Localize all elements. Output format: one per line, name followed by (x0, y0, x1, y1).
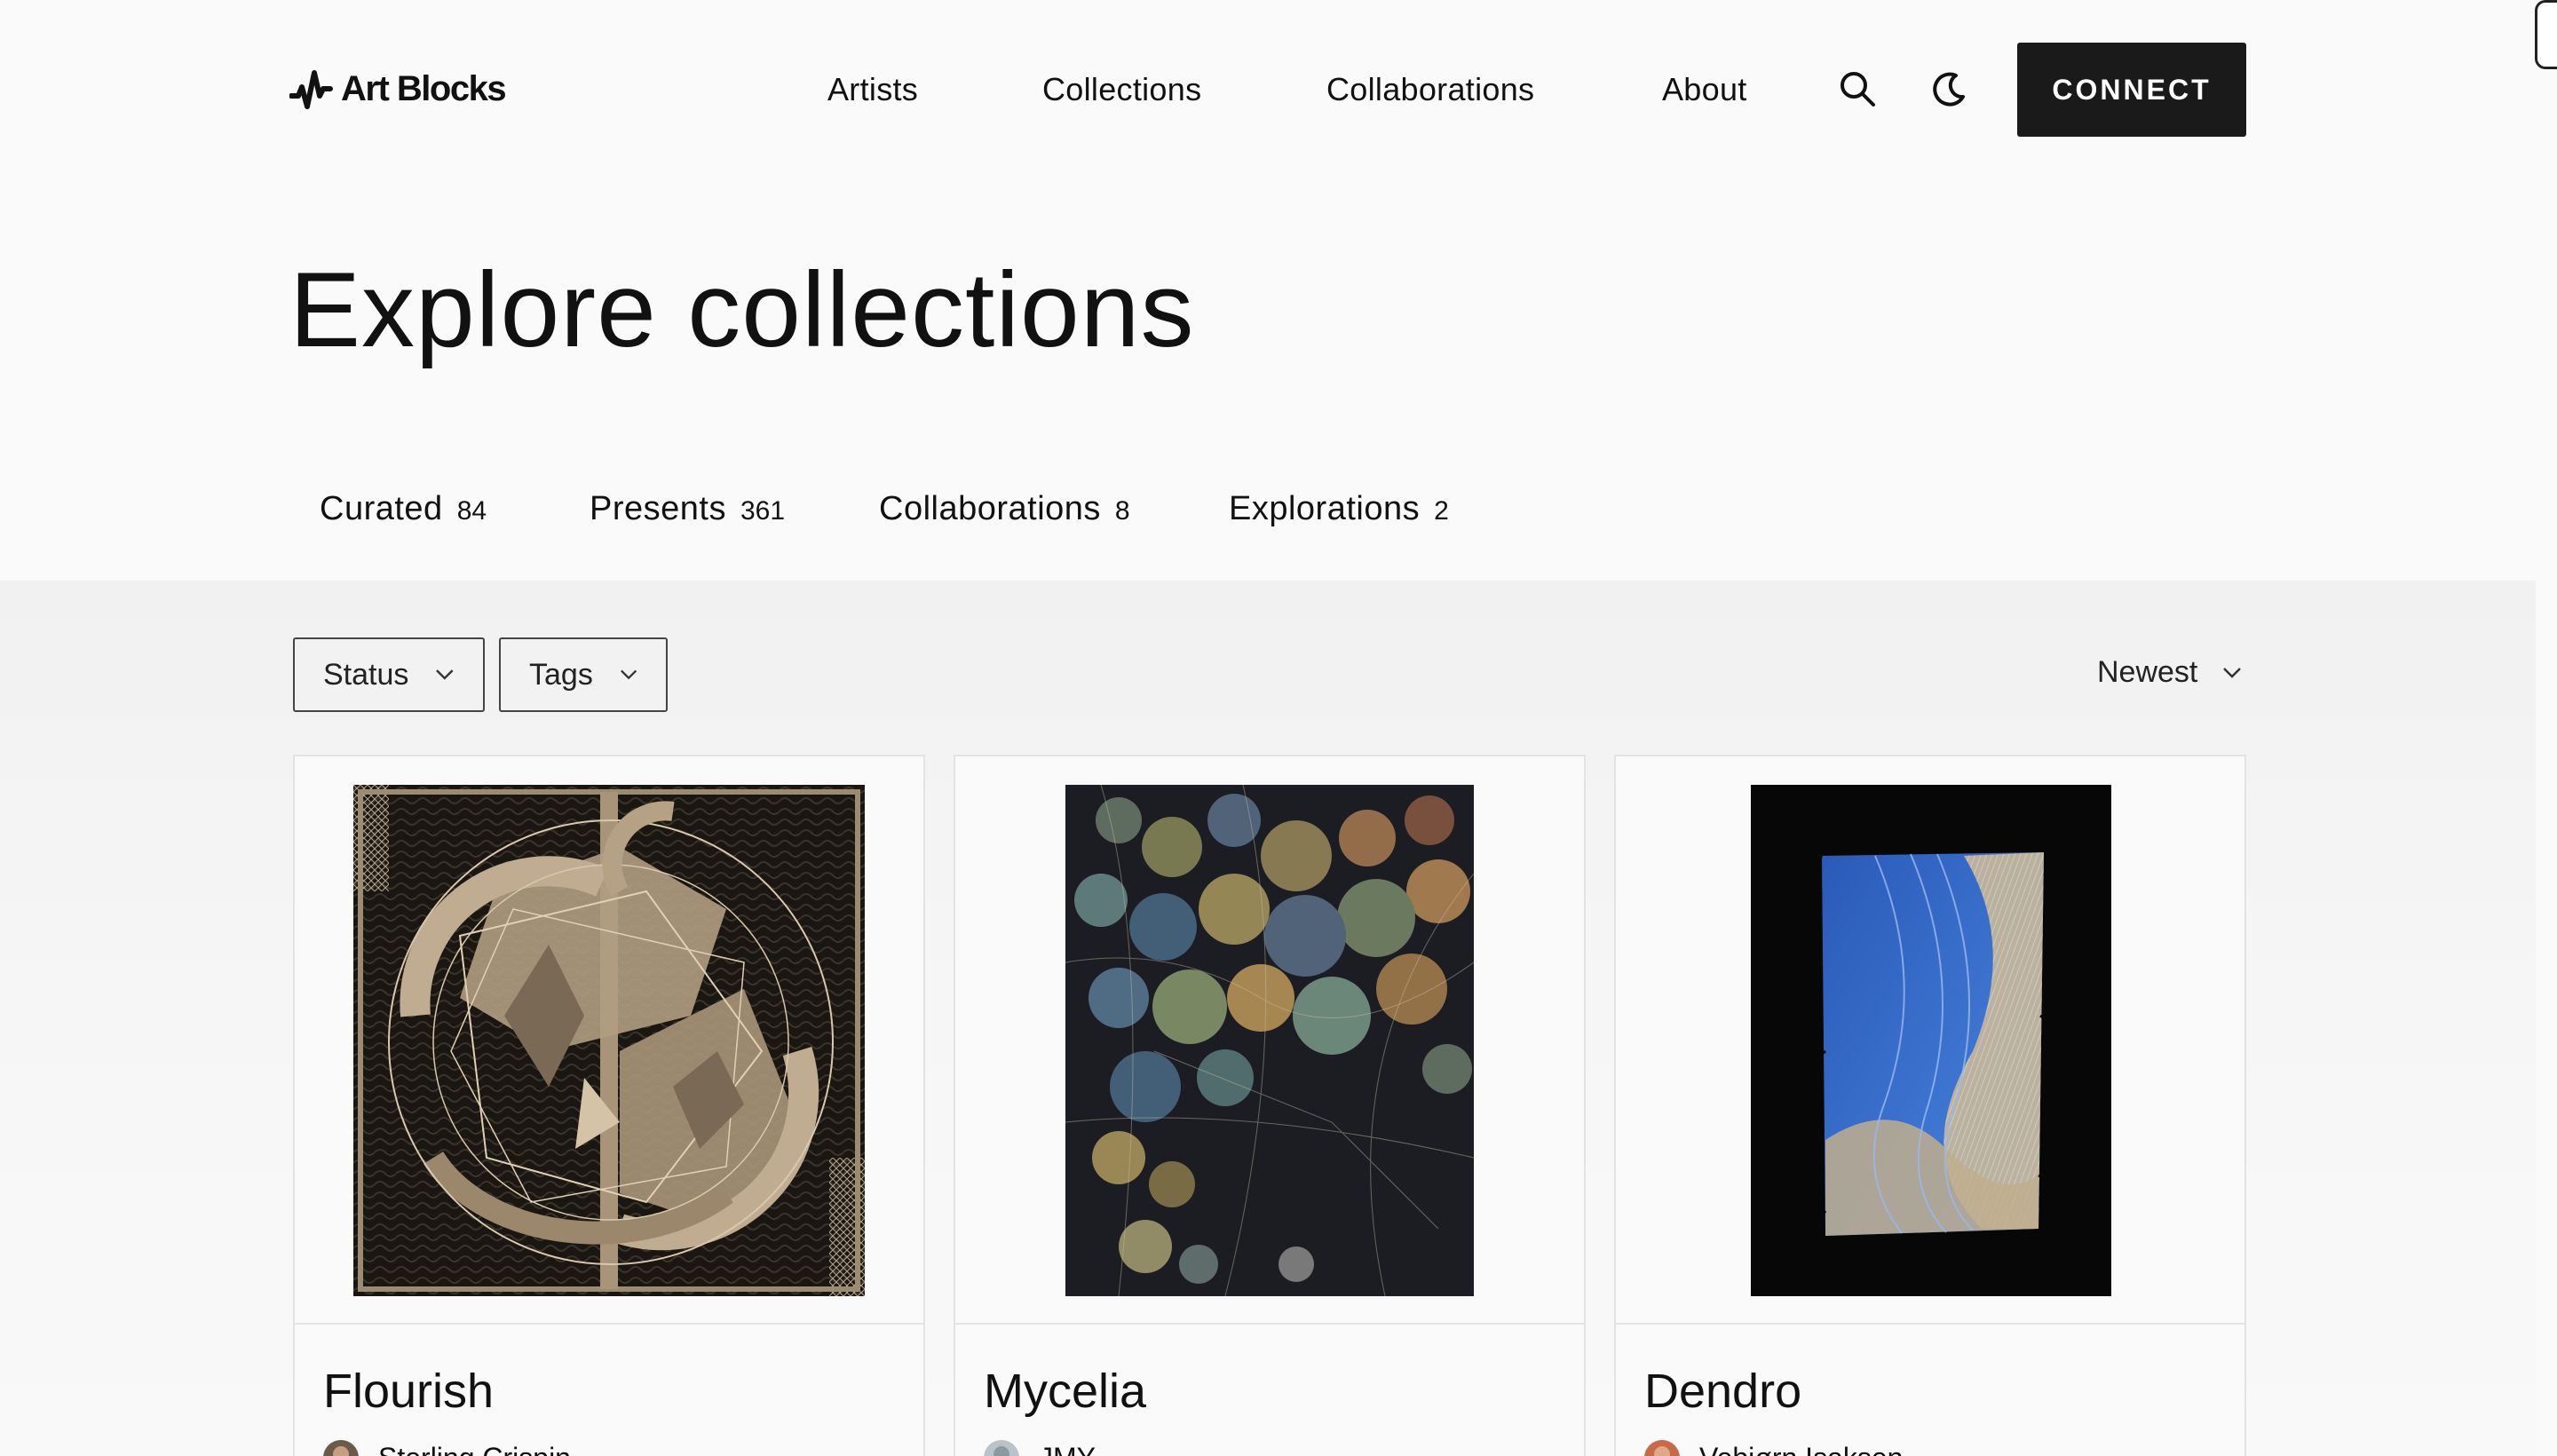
connect-button[interactable]: CONNECT (2017, 43, 2246, 137)
collection-card-mycelia[interactable]: Mycelia JMY (954, 755, 1586, 1456)
search-icon (1841, 72, 1875, 107)
card-artwork-area (295, 756, 923, 1325)
tab-presents[interactable]: Presents 361 (590, 490, 785, 528)
nav-about[interactable]: About (1662, 71, 1747, 108)
artist-name: Sterling Crispin (378, 1442, 571, 1456)
nav-collaborations[interactable]: Collaborations (1326, 71, 1534, 108)
page: Art Blocks Artists Collections Collabora… (0, 0, 2557, 1456)
tab-count: 84 (456, 496, 487, 526)
artist-name: Vebjørn Isaksen (1699, 1442, 1903, 1456)
tab-curated[interactable]: Curated 84 (320, 490, 487, 528)
artist-name: JMY (1039, 1442, 1096, 1456)
chevron-down-icon (2223, 667, 2242, 678)
card-title: Dendro (1644, 1365, 1802, 1418)
scrollbar-handle[interactable] (2535, 0, 2557, 69)
tab-label: Presents (590, 490, 726, 527)
sort-dropdown[interactable]: Newest (2097, 655, 2242, 690)
card-title: Mycelia (984, 1365, 1147, 1418)
moon-icon (1933, 72, 1965, 107)
card-artist[interactable]: JMY (984, 1440, 1096, 1456)
card-artwork-area (1616, 756, 2244, 1325)
avatar (323, 1440, 359, 1456)
theme-toggle-button[interactable] (1927, 67, 1969, 110)
tab-label: Explorations (1229, 490, 1421, 527)
sort-label: Newest (2097, 655, 2198, 689)
nav-collections[interactable]: Collections (1042, 71, 1201, 108)
avatar (1644, 1440, 1680, 1456)
page-title: Explore collections (289, 250, 1195, 369)
card-artist[interactable]: Sterling Crispin (323, 1440, 571, 1456)
tab-count: 8 (1114, 496, 1130, 526)
nav-artists[interactable]: Artists (827, 71, 918, 108)
collection-card-dendro[interactable]: Dendro Vebjørn Isaksen (1614, 755, 2246, 1456)
collection-card-flourish[interactable]: Flourish Sterling Crispin (293, 755, 925, 1456)
tab-label: Collaborations (879, 490, 1101, 527)
tab-explorations[interactable]: Explorations 2 (1229, 490, 1449, 528)
artwork-mycelia-image (1065, 785, 1474, 1296)
tags-filter-button[interactable]: Tags (499, 637, 668, 712)
card-title: Flourish (323, 1365, 495, 1418)
search-button[interactable] (1836, 67, 1879, 110)
top-header: Art Blocks Artists Collections Collabora… (0, 0, 2535, 178)
tab-count: 2 (1434, 496, 1449, 526)
tags-filter-label: Tags (529, 657, 593, 692)
tab-count: 361 (740, 496, 786, 526)
logo-text: Art Blocks (341, 68, 507, 108)
status-filter-label: Status (323, 657, 409, 692)
chevron-down-icon (436, 669, 454, 680)
card-artist[interactable]: Vebjørn Isaksen (1644, 1440, 1903, 1456)
tab-label: Curated (320, 490, 443, 527)
avatar (984, 1440, 1019, 1456)
art-blocks-logo[interactable]: Art Blocks (289, 66, 507, 112)
artwork-flourish-image (353, 785, 865, 1296)
tab-collaborations[interactable]: Collaborations 8 (879, 490, 1130, 528)
card-artwork-area (955, 756, 1584, 1325)
logo-mark-icon (289, 70, 333, 109)
status-filter-button[interactable]: Status (293, 637, 485, 712)
artwork-dendro-image (1751, 785, 2111, 1296)
chevron-down-icon (620, 669, 637, 680)
